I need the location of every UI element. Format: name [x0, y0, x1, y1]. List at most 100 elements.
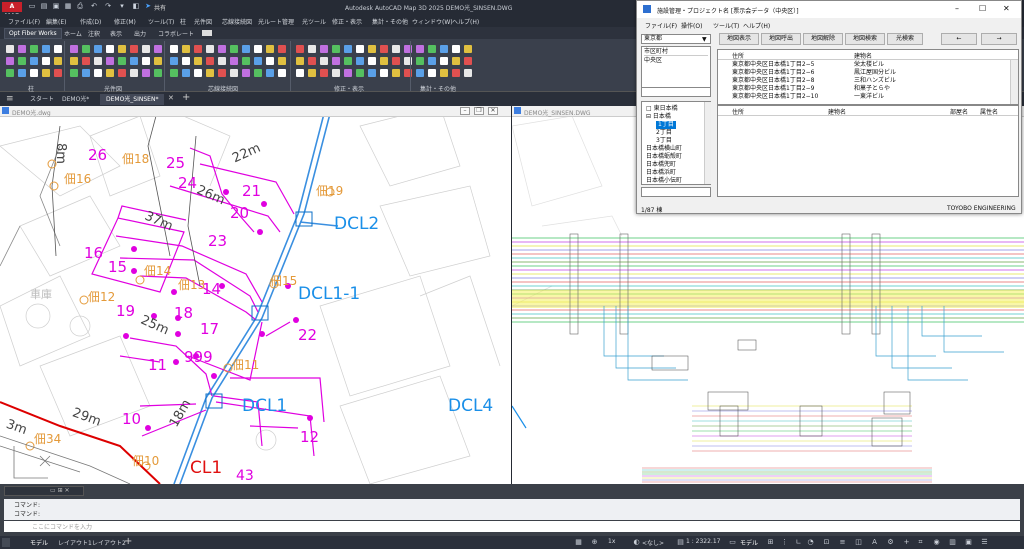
ribbon-tool-icon[interactable] — [356, 45, 364, 53]
plot-icon[interactable]: ⎙ — [76, 2, 84, 11]
tree-filter[interactable] — [641, 187, 711, 197]
tree-item[interactable]: 1丁目 — [656, 121, 676, 129]
ribbon-tool-icon[interactable] — [6, 45, 14, 53]
ribbon-tool-icon[interactable] — [242, 57, 250, 65]
menu-window[interactable]: ウィンドウ(W) — [412, 17, 453, 26]
menu-file[interactable]: ファイル(F) — [8, 17, 40, 26]
tab-model[interactable]: モデル — [30, 538, 48, 547]
ribbon-tool-icon[interactable] — [170, 69, 178, 77]
ribbon-tool-icon[interactable] — [218, 57, 226, 65]
ribbon-tool-icon[interactable] — [440, 69, 448, 77]
share-label[interactable]: 共有 — [154, 3, 166, 12]
menu-core[interactable]: 芯線接続図 — [222, 17, 252, 26]
ribbon-tool-icon[interactable] — [278, 69, 286, 77]
tree-item[interactable]: 2丁目 — [656, 129, 672, 137]
ribbon-tool-icon[interactable] — [356, 69, 364, 77]
cmd-tab-icons[interactable]: ▭ ⊞ ✕ — [50, 487, 70, 494]
ribbon-tool-icon[interactable] — [368, 69, 376, 77]
model-space-toggle[interactable]: モデル — [740, 538, 758, 547]
ribbon-tool-icon[interactable] — [296, 69, 304, 77]
ribbon-tool-icon[interactable] — [266, 45, 274, 53]
address-scrollbar[interactable] — [1010, 60, 1018, 104]
map-recall-button[interactable]: 地図呼出 — [761, 33, 801, 45]
menu-summary[interactable]: 集計・その他 — [372, 17, 408, 26]
open-icon[interactable]: ▤ — [40, 2, 48, 11]
ribbon-tool-icon[interactable] — [42, 57, 50, 65]
ribbon-tool-icon[interactable] — [182, 57, 190, 65]
ribbon-tool-icon[interactable] — [54, 69, 62, 77]
ribbon-tool-icon[interactable] — [464, 45, 472, 53]
building-cell[interactable]: 和菓子とらや — [854, 85, 890, 93]
ribbon-tool-icon[interactable] — [30, 45, 38, 53]
ribbon-tool-icon[interactable] — [70, 69, 78, 77]
ribbon-tool-icon[interactable] — [392, 69, 400, 77]
ribbon-tool-icon[interactable] — [18, 57, 26, 65]
menu-modview[interactable]: 修正・表示 — [332, 17, 362, 26]
ribbon-tool-icon[interactable] — [106, 57, 114, 65]
menu-pole[interactable]: 柱 — [180, 17, 186, 26]
dialog-maximize-button[interactable]: ☐ — [979, 4, 986, 13]
map-release-button[interactable]: 地図解除 — [803, 33, 843, 45]
undo-icon[interactable]: ↶ — [90, 2, 98, 11]
ribbon-tool-icon[interactable] — [296, 57, 304, 65]
add-tab-icon[interactable]: + — [182, 92, 190, 103]
fiber-search-button[interactable]: 光検索 — [887, 33, 923, 45]
tree-item[interactable]: ⊟ 日本橋 — [646, 113, 671, 121]
ribbon-tool-icon[interactable] — [206, 57, 214, 65]
add-layout-icon[interactable]: + — [124, 536, 132, 547]
plus-icon[interactable]: + — [902, 538, 911, 547]
address-cell[interactable]: 東京都中央区日本橋1丁目2−6 — [732, 69, 814, 77]
tab-layout2[interactable]: レイアウト2 — [92, 538, 126, 547]
tab-opt-fiber-works[interactable]: Opt Fiber Works — [4, 28, 62, 39]
ribbon-tool-icon[interactable] — [452, 45, 460, 53]
room-table[interactable]: 住所 建物名 部屋名 属性名 — [717, 105, 1019, 197]
ribbon-tool-icon[interactable] — [440, 45, 448, 53]
ribbon-tool-icon[interactable] — [230, 69, 238, 77]
ribbon-tool-icon[interactable] — [194, 57, 202, 65]
ribbon-tool-icon[interactable] — [428, 69, 436, 77]
building-cell[interactable]: 一東洋ビル — [854, 93, 884, 101]
ribbon-tool-icon[interactable] — [170, 45, 178, 53]
workspace-icon[interactable]: ⚙ — [886, 538, 895, 547]
ribbon-tool-icon[interactable] — [82, 45, 90, 53]
chevron-down-icon[interactable]: ▼ — [702, 36, 707, 43]
ribbon-tool-icon[interactable] — [332, 57, 340, 65]
annotation-icon[interactable]: A — [870, 538, 879, 547]
building-cell[interactable]: 鳳江屋国分ビル — [854, 69, 896, 77]
ribbon-tool-icon[interactable] — [296, 45, 304, 53]
ribbon-tool-icon[interactable] — [82, 57, 90, 65]
ribbon-tool-icon[interactable] — [142, 57, 150, 65]
building-cell[interactable]: 三和ハンズビル — [854, 77, 896, 85]
ribbon-tool-icon[interactable] — [266, 69, 274, 77]
municipality-item[interactable]: 中央区 — [644, 57, 662, 65]
ribbon-tool-icon[interactable] — [30, 69, 38, 77]
ribbon-tool-icon[interactable] — [42, 45, 50, 53]
ribbon-tool-icon[interactable] — [70, 57, 78, 65]
prev-button[interactable]: ← — [941, 33, 977, 45]
ribbon-tool-icon[interactable] — [194, 69, 202, 77]
dialog-menu-help[interactable]: ヘルプ(H) — [743, 21, 770, 30]
ribbon-tool-icon[interactable] — [392, 45, 400, 53]
clean-screen-icon[interactable]: ▣ — [964, 538, 973, 547]
ribbon-tool-icon[interactable] — [344, 45, 352, 53]
tab-home[interactable]: ホーム — [64, 29, 82, 38]
ribbon-tool-icon[interactable] — [464, 69, 472, 77]
lineweight-icon[interactable]: ≡ — [838, 538, 847, 547]
polar-icon[interactable]: ◔ — [806, 538, 815, 547]
ribbon-tool-icon[interactable] — [30, 57, 38, 65]
ribbon-tool-icon[interactable] — [118, 69, 126, 77]
dialog-minimize-button[interactable]: – — [955, 4, 959, 13]
ribbon-tool-icon[interactable] — [118, 45, 126, 53]
zoom-scale[interactable]: 1x — [608, 538, 615, 545]
ribbon-tool-icon[interactable] — [308, 69, 316, 77]
dialog-menu-operate[interactable]: 操作(O) — [681, 21, 702, 30]
address-cell[interactable]: 東京都中央区日本橋1丁目2−5 — [732, 61, 814, 69]
doc-tab-start[interactable]: スタート — [24, 94, 60, 105]
doc-tab-demo-sinsen[interactable]: DEMO光_SINSEN* — [100, 94, 165, 105]
transparency-icon[interactable]: ◫ — [854, 538, 863, 547]
ribbon-tool-icon[interactable] — [130, 69, 138, 77]
ribbon-tool-icon[interactable] — [308, 45, 316, 53]
tree-item[interactable]: 日本橋浜町 — [646, 169, 676, 177]
menu-route[interactable]: 光ルート管理 — [258, 17, 294, 26]
ribbon-tool-icon[interactable] — [182, 45, 190, 53]
